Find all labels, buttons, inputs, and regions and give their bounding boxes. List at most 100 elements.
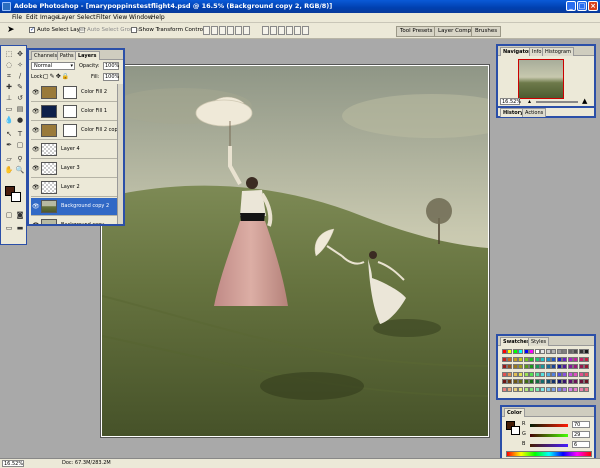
layer-row[interactable]: 👁 Background copy 2	[31, 198, 121, 216]
swatch[interactable]	[534, 386, 540, 392]
swatch[interactable]	[556, 356, 562, 362]
fill-input[interactable]: 100%	[103, 73, 119, 81]
screen-mode-icon[interactable]: ▭	[4, 224, 14, 233]
swatch[interactable]	[567, 364, 573, 369]
swatch[interactable]	[562, 356, 567, 362]
swatch[interactable]	[545, 379, 551, 384]
swatch[interactable]	[545, 364, 551, 369]
maximize-button[interactable]: □	[577, 1, 587, 11]
slice-tool-icon[interactable]: ∕	[15, 72, 25, 81]
swatch[interactable]	[545, 349, 551, 354]
swatch[interactable]	[501, 356, 507, 362]
swatch[interactable]	[540, 386, 545, 392]
tab-paths[interactable]: Paths	[57, 51, 77, 60]
layer-row[interactable]: 👁 Color Fill 1	[31, 103, 121, 121]
notes-tool-icon[interactable]: ▱	[4, 155, 14, 164]
distribute-bottom-icon[interactable]	[278, 26, 285, 35]
eye-icon[interactable]: 👁	[32, 203, 40, 210]
swatch[interactable]	[573, 356, 578, 362]
blur-tool-icon[interactable]: 💧	[4, 116, 14, 125]
swatch[interactable]	[578, 349, 584, 354]
layer-list-scrollbar[interactable]	[117, 84, 123, 224]
swatch[interactable]	[507, 386, 512, 392]
color-spectrum-bar[interactable]	[506, 451, 592, 457]
brush-tool-icon[interactable]: ✎	[15, 83, 25, 92]
align-hcenter-icon[interactable]	[235, 26, 242, 35]
menu-image[interactable]: Image	[40, 13, 59, 23]
crop-tool-icon[interactable]: ⌗	[4, 72, 14, 81]
menu-layer[interactable]: Layer	[58, 13, 75, 23]
swatch[interactable]	[551, 364, 556, 369]
swatch[interactable]	[573, 349, 578, 354]
menu-help[interactable]: Help	[151, 13, 165, 23]
swatch[interactable]	[529, 349, 534, 354]
swatch[interactable]	[501, 349, 507, 354]
swatch[interactable]	[573, 371, 578, 377]
swatch[interactable]	[507, 379, 512, 384]
swatch[interactable]	[556, 364, 562, 369]
swatch[interactable]	[556, 349, 562, 354]
swatch[interactable]	[551, 386, 556, 392]
background-color-swatch[interactable]	[11, 192, 21, 202]
zoom-out-icon[interactable]: ▴	[528, 98, 531, 105]
swatch[interactable]	[534, 371, 540, 377]
show-transform-controls-checkbox[interactable]	[131, 27, 137, 33]
swatch[interactable]	[556, 371, 562, 377]
opacity-input[interactable]: 100%	[103, 62, 119, 70]
eye-icon[interactable]: 👁	[32, 146, 40, 153]
layer-row[interactable]: 👁 Layer 2	[31, 179, 121, 197]
swatch[interactable]	[512, 349, 518, 354]
canvas[interactable]	[102, 66, 488, 436]
swatch[interactable]	[578, 386, 584, 392]
color-background-swatch[interactable]	[511, 426, 520, 435]
minimize-button[interactable]: _	[566, 1, 576, 11]
swatch[interactable]	[551, 349, 556, 354]
layer-row[interactable]: 👁 Layer 4	[31, 141, 121, 159]
layer-row[interactable]: 👁 Color Fill 2	[31, 84, 121, 102]
marquee-tool-icon[interactable]: ⬚	[4, 50, 14, 59]
swatch[interactable]	[507, 349, 512, 354]
swatch[interactable]	[562, 364, 567, 369]
auto-select-groups-checkbox[interactable]	[79, 27, 85, 33]
layer-row[interactable]: 👁 Layer 3	[31, 160, 121, 178]
swatch[interactable]	[529, 371, 534, 377]
menu-select[interactable]: Select	[77, 13, 96, 23]
swatch[interactable]	[518, 356, 523, 362]
tab-color[interactable]: Color	[504, 408, 525, 417]
swatch[interactable]	[584, 364, 589, 369]
swatch[interactable]	[529, 386, 534, 392]
swatch[interactable]	[578, 379, 584, 384]
color-r-slider[interactable]	[530, 424, 568, 427]
swatch[interactable]	[534, 349, 540, 354]
swatch[interactable]	[567, 386, 573, 392]
lock-icons[interactable]: ▢✎✥🔒	[43, 73, 70, 80]
align-vcenter-icon[interactable]	[211, 26, 218, 35]
swatch[interactable]	[523, 371, 529, 377]
menu-window[interactable]: Window	[129, 13, 153, 23]
dock-tab-brushes[interactable]: Brushes	[471, 26, 502, 37]
eyedropper-icon[interactable]: ⚲	[15, 155, 25, 164]
swatch[interactable]	[562, 379, 567, 384]
quick-mask-icon[interactable]: ◙	[15, 211, 25, 220]
eye-icon[interactable]: 👁	[32, 222, 40, 224]
color-g-input[interactable]: 29	[572, 431, 590, 438]
distribute-left-icon[interactable]	[286, 26, 293, 35]
swatch[interactable]	[507, 356, 512, 362]
align-left-icon[interactable]	[227, 26, 234, 35]
type-tool-icon[interactable]: T	[15, 130, 25, 139]
navigator-zoom-input[interactable]: 16.52%	[500, 98, 521, 105]
distribute-vcenter-icon[interactable]	[270, 26, 277, 35]
dock-tab-tool-presets[interactable]: Tool Presets	[396, 26, 437, 37]
history-brush-icon[interactable]: ↺	[15, 94, 25, 103]
screen-mode-full-icon[interactable]: ▬	[15, 224, 25, 233]
swatch[interactable]	[584, 356, 589, 362]
align-bottom-icon[interactable]	[219, 26, 226, 35]
menu-view[interactable]: View	[113, 13, 127, 23]
eye-icon[interactable]: 👁	[32, 165, 40, 172]
swatch[interactable]	[584, 379, 589, 384]
gradient-tool-icon[interactable]: ▤	[15, 105, 25, 114]
eye-icon[interactable]: 👁	[32, 108, 40, 115]
swatch[interactable]	[534, 364, 540, 369]
swatch[interactable]	[551, 356, 556, 362]
swatch[interactable]	[534, 379, 540, 384]
